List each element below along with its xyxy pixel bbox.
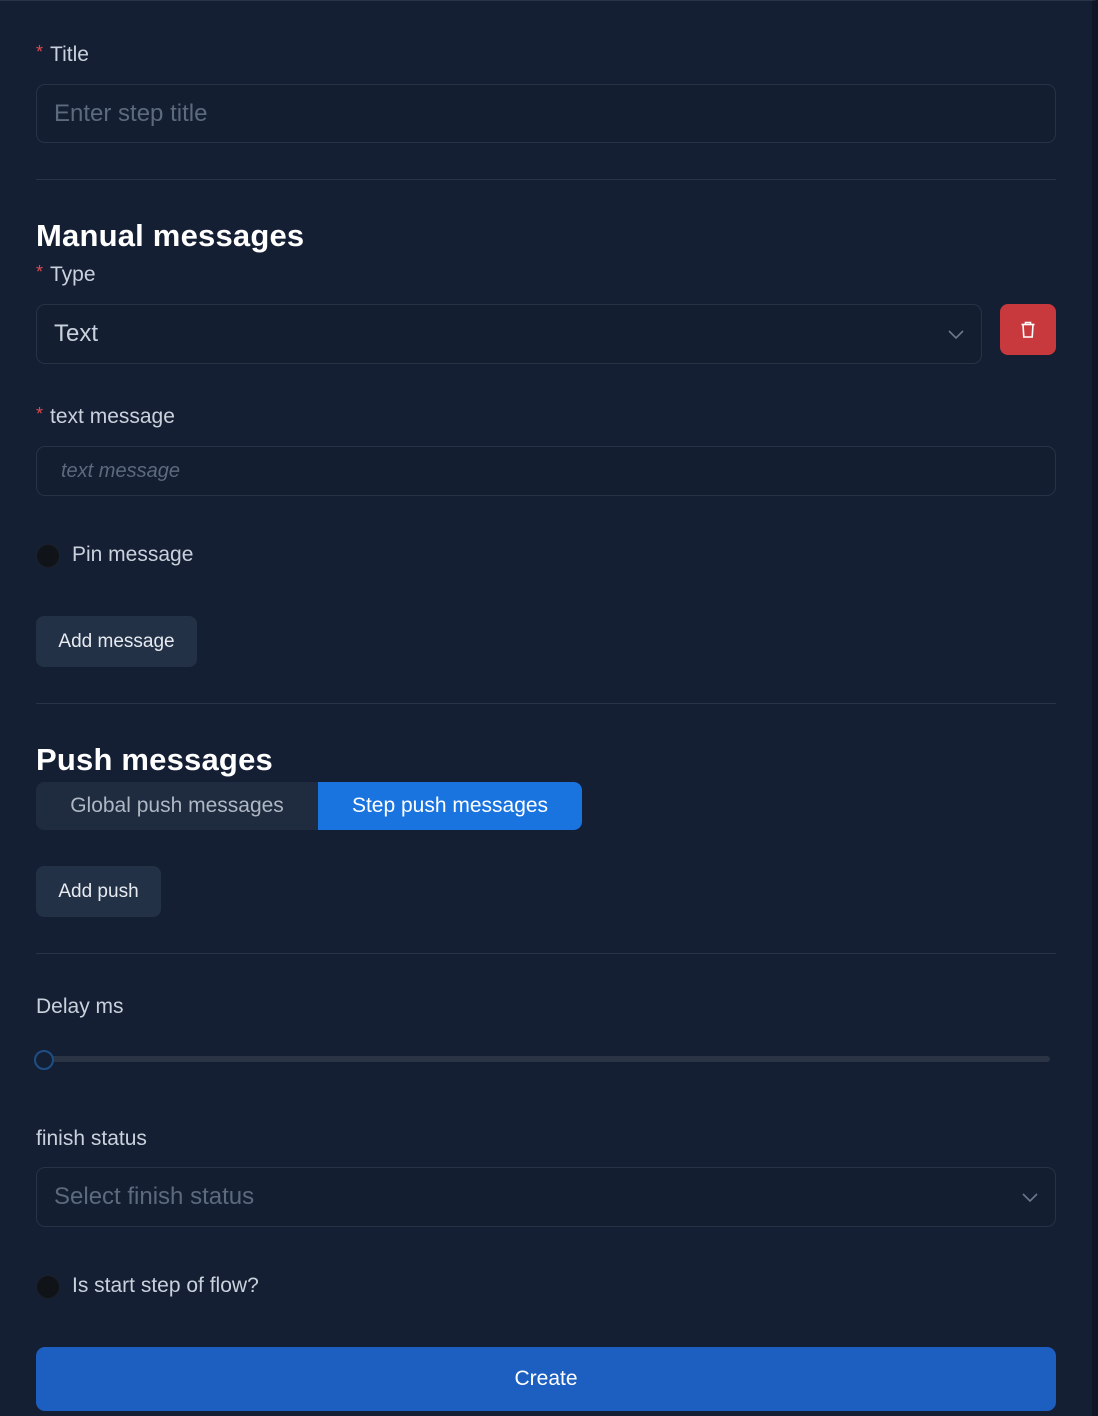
divider (36, 179, 1056, 180)
start-step-checkbox[interactable] (36, 1275, 60, 1299)
title-label: Title (50, 43, 89, 66)
type-label: Type (50, 263, 96, 286)
add-message-button[interactable]: Add message (36, 616, 197, 667)
title-placeholder: Enter step title (54, 99, 208, 127)
text-message-label: text message (50, 405, 175, 428)
required-mark: * (36, 261, 44, 282)
delay-label: Delay ms (36, 995, 124, 1018)
divider (36, 953, 1056, 954)
finish-status-placeholder: Select finish status (54, 1183, 255, 1210)
delay-field-label: Delay ms (36, 993, 1056, 1021)
create-button[interactable]: Create (36, 1347, 1056, 1411)
tab-step-push-messages[interactable]: Step push messages (318, 782, 582, 830)
type-select-value: Text (54, 320, 99, 347)
finish-status-select[interactable]: Select finish status (36, 1167, 1056, 1227)
type-field-label: * Type (36, 261, 1056, 289)
pin-message-checkbox[interactable] (36, 544, 60, 568)
text-message-placeholder: text message (61, 459, 180, 482)
chevron-down-icon (948, 330, 964, 340)
finish-status-label: finish status (36, 1127, 147, 1150)
manual-messages-heading: Manual messages (36, 218, 305, 253)
push-messages-heading: Push messages (36, 742, 273, 777)
pin-message-label: Pin message (72, 543, 194, 566)
required-mark: * (36, 403, 44, 424)
delay-slider-track[interactable] (40, 1056, 1050, 1062)
start-step-label: Is start step of flow? (72, 1274, 259, 1297)
tab-global-push-messages[interactable]: Global push messages (36, 782, 318, 830)
step-form: * Title Enter step title Manual messages… (0, 0, 1098, 1416)
divider (36, 703, 1056, 704)
type-select[interactable]: Text (36, 304, 982, 364)
required-mark: * (36, 41, 44, 62)
chevron-down-icon (1022, 1193, 1038, 1203)
delete-message-button[interactable] (1000, 304, 1056, 355)
text-message-input[interactable]: text message (36, 446, 1056, 496)
text-message-field-label: * text message (36, 403, 1056, 431)
title-field-label: * Title (36, 41, 1056, 69)
title-input[interactable]: Enter step title (36, 84, 1056, 143)
push-messages-tabs: Global push messages Step push messages (36, 782, 582, 830)
trash-icon (1021, 321, 1035, 338)
add-push-button[interactable]: Add push (36, 866, 161, 917)
finish-status-field-label: finish status (36, 1125, 1056, 1153)
delay-slider-handle[interactable] (34, 1050, 54, 1070)
